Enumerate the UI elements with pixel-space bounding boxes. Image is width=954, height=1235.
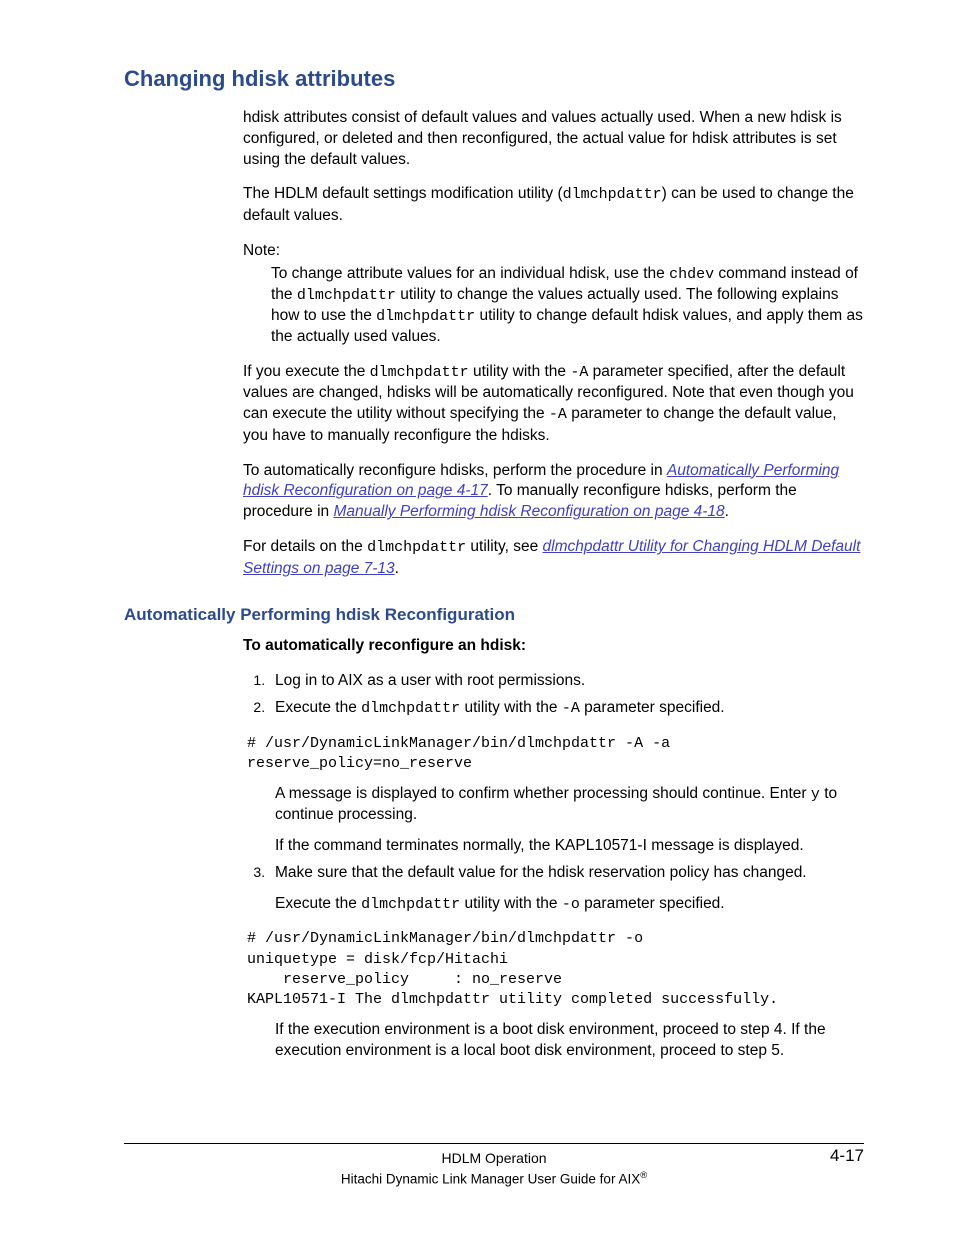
step-item: Execute the dlmchpdattr utility with the… [269,698,864,857]
text: . [725,503,729,520]
inline-code: -A [570,364,588,381]
text: Hitachi Dynamic Link Manager User Guide … [341,1172,640,1187]
text: utility with the [460,895,562,912]
text: Execute the [275,699,361,716]
step-paragraph: Execute the dlmchpdattr utility with the… [275,894,864,915]
paragraph: To automatically reconfigure hdisks, per… [243,461,864,524]
inline-code: -A [549,406,567,423]
footer-rule [124,1143,864,1144]
inline-code: dlmchpdattr [297,287,396,304]
step-paragraph: A message is displayed to confirm whethe… [275,784,864,826]
inline-code: dlmchpdattr [376,308,475,325]
registered-mark: ® [640,1170,647,1181]
inline-code: chdev [669,266,714,283]
step-paragraph: If the command terminates normally, the … [275,836,864,857]
body-content: hdisk attributes consist of default valu… [243,108,864,580]
step-item: Make sure that the default value for the… [269,863,864,1062]
inline-code: y [811,786,820,803]
section-heading: Changing hdisk attributes [124,64,864,94]
step-text: Make sure that the default value for the… [275,864,807,881]
step-item: Log in to AIX as a user with root permis… [269,671,864,692]
text: For details on the [243,538,367,555]
text: To automatically reconfigure hdisks, per… [243,462,667,479]
inline-code: -A [562,700,580,717]
paragraph: For details on the dlmchpdattr utility, … [243,537,864,579]
inline-code: dlmchpdattr [361,896,460,913]
text: utility with the [460,699,562,716]
text: The HDLM default settings modification u… [243,185,563,202]
step-paragraph: If the execution environment is a boot d… [275,1020,864,1062]
cross-reference-link[interactable]: Manually Performing hdisk Reconfiguratio… [333,503,724,520]
text: utility, see [466,538,542,555]
code-block: # /usr/DynamicLinkManager/bin/dlmchpdatt… [247,929,864,1010]
footer-book-title: Hitachi Dynamic Link Manager User Guide … [124,1170,864,1189]
step-text: Log in to AIX as a user with root permis… [275,672,585,689]
inline-code: dlmchpdattr [367,539,466,556]
note-label: Note: [243,241,864,262]
page: Changing hdisk attributes hdisk attribut… [0,0,954,1235]
text: parameter specified. [580,895,725,912]
page-number: 4-17 [830,1146,864,1166]
procedure-title: To automatically reconfigure an hdisk: [243,636,864,657]
paragraph: The HDLM default settings modification u… [243,184,864,226]
footer-row: HDLM Operation 4-17 [124,1148,864,1168]
code-block: # /usr/DynamicLinkManager/bin/dlmchpdatt… [247,734,864,775]
page-footer: HDLM Operation 4-17 Hitachi Dynamic Link… [124,1143,864,1189]
text: A message is displayed to confirm whethe… [275,785,811,802]
subsection-heading: Automatically Performing hdisk Reconfigu… [124,604,864,627]
paragraph: hdisk attributes consist of default valu… [243,108,864,171]
inline-code: dlmchpdattr [563,186,662,203]
text: utility with the [469,363,571,380]
inline-code: dlmchpdattr [361,700,460,717]
paragraph: If you execute the dlmchpdattr utility w… [243,362,864,446]
inline-code: dlmchpdattr [370,364,469,381]
ordered-steps: Log in to AIX as a user with root permis… [243,671,864,1062]
text: To change attribute values for an indivi… [271,265,669,282]
text: Execute the [275,895,361,912]
text: If you execute the [243,363,370,380]
procedure-content: To automatically reconfigure an hdisk: L… [243,636,864,1062]
note-body: To change attribute values for an indivi… [271,264,864,349]
inline-code: -o [562,896,580,913]
text: parameter specified. [580,699,725,716]
footer-chapter-title: HDLM Operation [441,1150,546,1166]
text: . [395,560,399,577]
